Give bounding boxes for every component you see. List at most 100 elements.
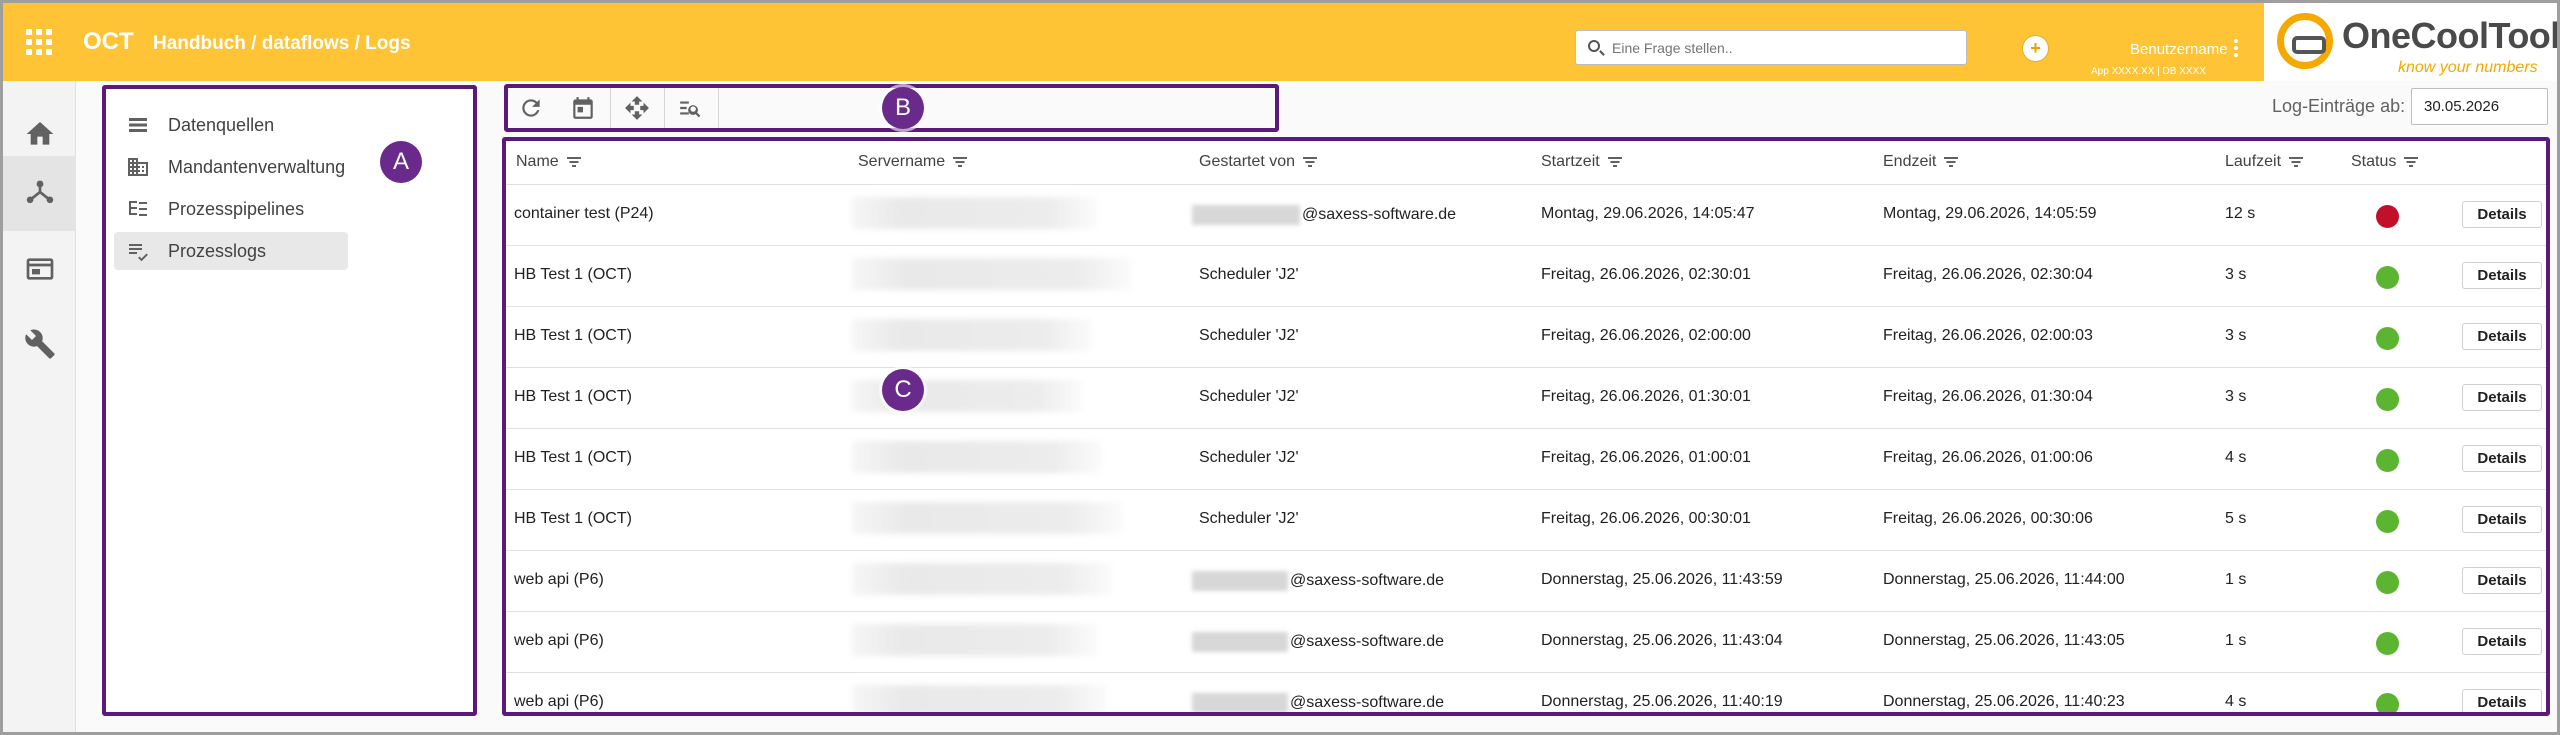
search-box[interactable] bbox=[1575, 30, 1967, 65]
cell-end-time: Donnerstag, 25.06.2026, 11:40:23 bbox=[1883, 693, 2125, 710]
nav-item-mandantenverwaltung[interactable]: Mandantenverwaltung bbox=[114, 148, 348, 186]
version-info: App XXXX.XX | DB XXXX bbox=[2091, 66, 2206, 77]
column-header-servername[interactable]: Servername bbox=[858, 153, 968, 171]
cell-started-by: @saxess-software.de bbox=[1192, 632, 1444, 652]
marker-c: C bbox=[882, 369, 924, 411]
cell-end-time: Freitag, 26.06.2026, 02:00:03 bbox=[1883, 327, 2093, 344]
details-button[interactable]: Details bbox=[2462, 628, 2542, 655]
marker-b: B bbox=[882, 87, 924, 129]
search-list-button[interactable] bbox=[674, 92, 708, 124]
user-name[interactable]: Benutzername bbox=[2130, 41, 2228, 58]
details-button[interactable]: Details bbox=[2462, 567, 2542, 594]
rail-window[interactable] bbox=[3, 231, 76, 306]
filter-icon[interactable] bbox=[566, 156, 581, 168]
cell-end-time: Freitag, 26.06.2026, 00:30:06 bbox=[1883, 510, 2093, 527]
cell-runtime: 4 s bbox=[2225, 693, 2247, 710]
filter-icon[interactable] bbox=[2289, 156, 2304, 168]
status-indicator bbox=[2376, 510, 2399, 533]
table-row[interactable]: HB Test 1 (OCT) Scheduler 'J2' Freitag, 26… bbox=[506, 429, 2546, 490]
search-input[interactable] bbox=[1612, 31, 1952, 64]
details-button[interactable]: Details bbox=[2462, 323, 2542, 350]
toolbar-divider bbox=[610, 88, 611, 128]
filter-icon[interactable] bbox=[953, 156, 968, 168]
cell-started-by: Scheduler 'J2' bbox=[1199, 449, 1299, 466]
calendar-button[interactable] bbox=[566, 92, 600, 124]
filter-icon[interactable] bbox=[2404, 156, 2419, 168]
column-header-laufzeit[interactable]: Laufzeit bbox=[2225, 153, 2304, 171]
pipeline-icon bbox=[129, 201, 147, 216]
app-title[interactable]: OCT bbox=[83, 28, 134, 56]
table-row[interactable]: HB Test 1 (OCT) Scheduler 'J2' Freitag, 26… bbox=[506, 307, 2546, 368]
search-icon bbox=[1588, 40, 1600, 52]
home-icon bbox=[26, 121, 53, 145]
redacted-servername bbox=[852, 258, 1132, 290]
toolbar-divider bbox=[664, 88, 665, 128]
apps-grid-icon[interactable] bbox=[26, 29, 52, 55]
table-header: Name Servername Gestartet von Startzeit … bbox=[506, 141, 2546, 185]
table-row[interactable]: HB Test 1 (OCT) Scheduler 'J2' Freitag, 26… bbox=[506, 246, 2546, 307]
column-header-startzeit[interactable]: Startzeit bbox=[1541, 153, 1622, 171]
redacted-email-user bbox=[1192, 205, 1300, 225]
redacted-email-user bbox=[1192, 632, 1288, 652]
filter-icon[interactable] bbox=[1303, 156, 1318, 168]
redacted-servername bbox=[852, 685, 1107, 712]
assistant-button[interactable]: + bbox=[2022, 35, 2049, 62]
table-row[interactable]: web api (P6) @saxess-software.de Donnersta… bbox=[506, 673, 2546, 712]
top-bar: OCT Handbuch / dataflows / Logs + Benutz… bbox=[3, 3, 2557, 81]
search-list-icon bbox=[680, 101, 701, 118]
building-icon bbox=[128, 158, 148, 176]
nav-item-label: Datenquellen bbox=[168, 114, 275, 135]
table-row[interactable]: container test (P24) @saxess-software.de M… bbox=[506, 185, 2546, 246]
refresh-button[interactable] bbox=[514, 92, 548, 124]
cell-runtime: 3 s bbox=[2225, 266, 2247, 283]
breadcrumb: Handbuch / dataflows / Logs bbox=[153, 33, 411, 54]
column-header-status[interactable]: Status bbox=[2351, 153, 2419, 171]
details-button[interactable]: Details bbox=[2462, 201, 2542, 228]
list-icon bbox=[129, 118, 147, 132]
cell-end-time: Donnerstag, 25.06.2026, 11:43:05 bbox=[1883, 632, 2125, 649]
nav-item-datenquellen[interactable]: Datenquellen bbox=[114, 106, 348, 144]
filter-icon[interactable] bbox=[1607, 156, 1622, 168]
details-button[interactable]: Details bbox=[2462, 506, 2542, 533]
cell-runtime: 1 s bbox=[2225, 632, 2247, 649]
nav-item-prozesspipelines[interactable]: Prozesspipelines bbox=[114, 190, 348, 228]
table-row[interactable]: HB Test 1 (OCT) Scheduler 'J2' Freitag, 26… bbox=[506, 368, 2546, 429]
toolbar-divider bbox=[718, 88, 719, 128]
dataflow-icon bbox=[26, 180, 53, 203]
cell-name: HB Test 1 (OCT) bbox=[514, 449, 632, 466]
cell-name: container test (P24) bbox=[514, 205, 654, 222]
details-button[interactable]: Details bbox=[2462, 445, 2542, 472]
window-icon bbox=[26, 257, 53, 280]
table-row[interactable]: web api (P6) @saxess-software.de Donnersta… bbox=[506, 612, 2546, 673]
log-date-input[interactable] bbox=[2411, 88, 2548, 125]
nav-item-prozesslogs[interactable]: Prozesslogs bbox=[114, 232, 348, 270]
cell-start-time: Freitag, 26.06.2026, 01:00:01 bbox=[1541, 449, 1751, 466]
table-row[interactable]: HB Test 1 (OCT) Scheduler 'J2' Freitag, 26… bbox=[506, 490, 2546, 551]
column-header-name[interactable]: Name bbox=[516, 153, 581, 171]
rail-dataflows[interactable] bbox=[3, 156, 76, 231]
cell-name: web api (P6) bbox=[514, 693, 604, 710]
cell-start-time: Donnerstag, 25.06.2026, 11:40:19 bbox=[1541, 693, 1783, 710]
column-header-endzeit[interactable]: Endzeit bbox=[1883, 153, 1959, 171]
cell-started-by: @saxess-software.de bbox=[1192, 205, 1456, 225]
move-button[interactable] bbox=[620, 92, 654, 124]
more-vertical-icon[interactable] bbox=[2233, 39, 2239, 57]
cell-end-time: Freitag, 26.06.2026, 01:00:06 bbox=[1883, 449, 2093, 466]
column-header-gestartet-von[interactable]: Gestartet von bbox=[1199, 153, 1318, 171]
status-indicator bbox=[2376, 571, 2399, 594]
rail-tools[interactable] bbox=[3, 306, 76, 381]
table-row[interactable]: web api (P6) @saxess-software.de Donnersta… bbox=[506, 551, 2546, 612]
log-table: Name Servername Gestartet von Startzeit … bbox=[502, 137, 2550, 716]
details-button[interactable]: Details bbox=[2462, 262, 2542, 289]
left-rail bbox=[3, 81, 76, 732]
details-button[interactable]: Details bbox=[2462, 384, 2542, 411]
cell-name: HB Test 1 (OCT) bbox=[514, 327, 632, 344]
cell-name: web api (P6) bbox=[514, 632, 604, 649]
cell-name: HB Test 1 (OCT) bbox=[514, 266, 632, 283]
cell-start-time: Freitag, 26.06.2026, 02:30:01 bbox=[1541, 266, 1751, 283]
details-button[interactable]: Details bbox=[2462, 689, 2542, 712]
log-filter-label: Log-Einträge ab: bbox=[2272, 96, 2406, 116]
filter-icon[interactable] bbox=[1944, 156, 1959, 168]
cell-start-time: Montag, 29.06.2026, 14:05:47 bbox=[1541, 205, 1755, 222]
redacted-servername bbox=[852, 624, 1097, 656]
